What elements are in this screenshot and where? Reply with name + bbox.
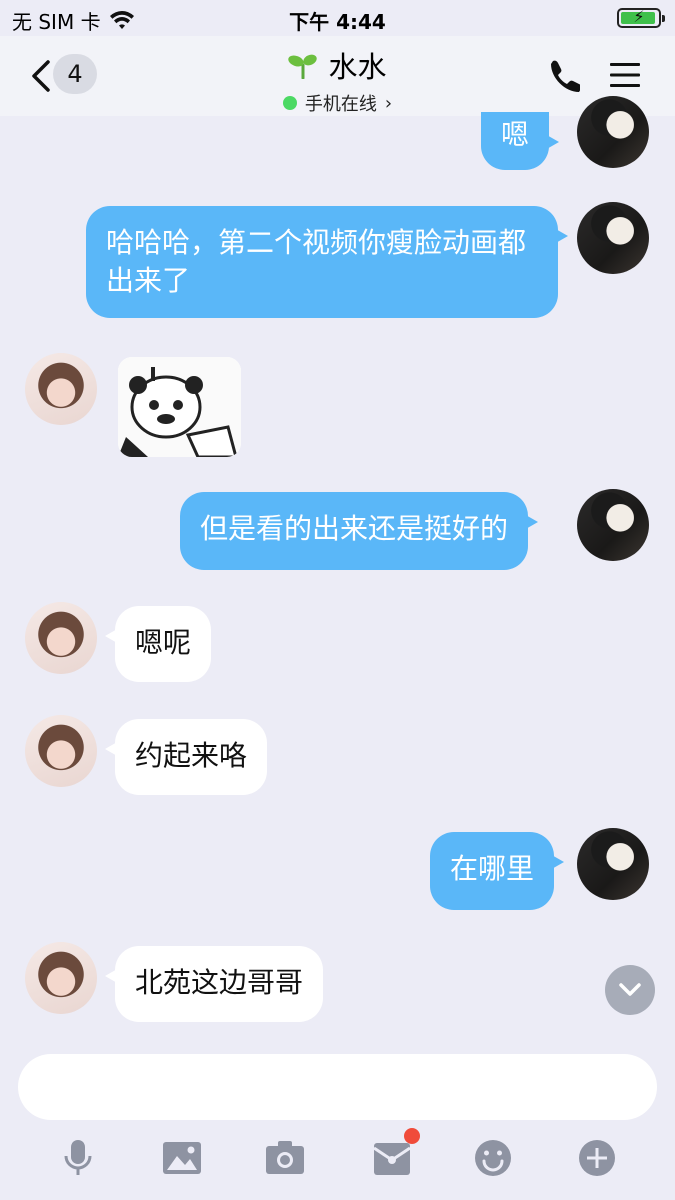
online-status: 手机在线 xyxy=(304,94,377,115)
avatar[interactable] xyxy=(577,828,649,900)
menu-icon[interactable] xyxy=(608,60,642,90)
panda-meme-icon xyxy=(118,357,241,457)
message-bubble[interactable]: 约起来咯 xyxy=(104,719,268,795)
clock: 下午 4:44 xyxy=(289,10,386,34)
avatar[interactable] xyxy=(25,715,97,787)
chevron-right-icon: › xyxy=(384,92,393,114)
chevron-down-icon xyxy=(619,983,641,996)
avatar[interactable] xyxy=(25,353,97,425)
avatar[interactable] xyxy=(577,96,649,168)
message-bubble[interactable]: 但是看的出来还是挺好的 xyxy=(180,492,539,570)
microphone-icon[interactable] xyxy=(58,1138,98,1178)
composer xyxy=(0,1040,675,1200)
camera-icon[interactable] xyxy=(265,1138,305,1178)
notification-dot xyxy=(404,1128,420,1144)
contact-name: 水水 xyxy=(328,50,387,84)
sprout-icon xyxy=(288,54,318,79)
status-bar: 无 SIM 卡 下午 4:44 ⚡ xyxy=(0,0,675,36)
avatar[interactable] xyxy=(25,602,97,674)
message-input[interactable] xyxy=(18,1054,657,1120)
online-status-dot xyxy=(282,96,297,110)
message-bubble[interactable]: 北苑这边哥哥 xyxy=(104,946,324,1022)
chat-header: 4 水水 手机在线 › xyxy=(0,36,675,116)
avatar[interactable] xyxy=(577,489,649,561)
phone-icon[interactable] xyxy=(546,58,580,92)
scroll-to-bottom-button[interactable] xyxy=(605,965,655,1015)
sticker-image[interactable] xyxy=(118,357,241,457)
message-bubble[interactable]: 嗯呢 xyxy=(104,606,212,682)
message-bubble[interactable]: 嗯 xyxy=(481,112,560,170)
emoji-icon[interactable] xyxy=(473,1138,513,1178)
avatar[interactable] xyxy=(577,202,649,274)
message-bubble[interactable]: 哈哈哈，第二个视频你瘦脸动画都出来了 xyxy=(86,206,568,318)
avatar[interactable] xyxy=(25,942,97,1014)
battery-icon: ⚡ xyxy=(617,7,665,28)
red-packet-icon[interactable] xyxy=(372,1138,412,1178)
image-icon[interactable] xyxy=(162,1138,202,1178)
plus-icon[interactable] xyxy=(577,1138,617,1178)
message-bubble[interactable]: 在哪里 xyxy=(430,832,565,910)
